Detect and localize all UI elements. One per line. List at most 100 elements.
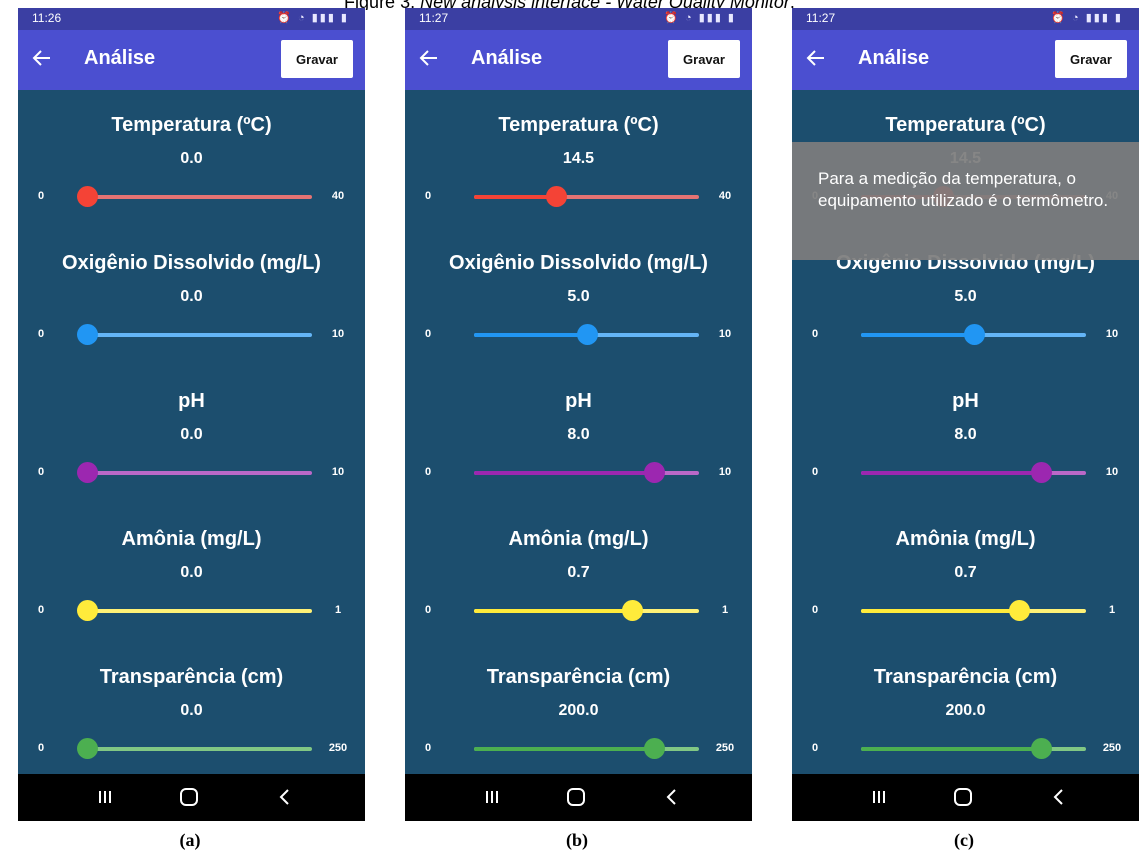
slider-thumb[interactable] xyxy=(77,738,98,759)
status-icons: ⏰ ◔ ▮▮▮ ▮ xyxy=(277,12,349,24)
slider-max-label: 1 xyxy=(721,604,729,616)
slider-thumb[interactable] xyxy=(576,324,598,345)
parameter-slider-group: Transparência (cm) 0.0 0 250 xyxy=(18,666,365,786)
home-icon[interactable] xyxy=(954,788,972,806)
slider-track[interactable] xyxy=(87,195,312,199)
slider-thumb[interactable] xyxy=(77,324,98,345)
slider-thumb[interactable] xyxy=(1031,738,1052,759)
recents-icon[interactable] xyxy=(483,788,501,806)
slider-track[interactable] xyxy=(474,609,699,613)
parameter-title: Oxigênio Dissolvido (mg/L) xyxy=(62,252,321,274)
slider-thumb[interactable] xyxy=(963,324,985,345)
slider-thumb[interactable] xyxy=(77,462,98,483)
parameter-title: Temperatura (ºC) xyxy=(111,114,272,136)
slider-min-label: 0 xyxy=(812,466,819,478)
slider-min-label: 0 xyxy=(812,604,819,616)
info-toast: Para a medição da temperatura, o equipam… xyxy=(792,142,1139,260)
slider-active-track xyxy=(861,609,1019,613)
status-time: 11:27 xyxy=(806,11,836,25)
slider-min-label: 0 xyxy=(425,328,432,340)
parameter-slider-group: Temperatura (ºC) 0.0 0 40 xyxy=(18,114,365,234)
slider-min-label: 0 xyxy=(38,328,45,340)
slider-max-label: 10 xyxy=(331,466,345,478)
slider-track[interactable] xyxy=(87,471,312,475)
slider-active-track xyxy=(474,195,556,199)
slider-min-label: 0 xyxy=(425,742,432,754)
save-button[interactable]: Gravar xyxy=(281,40,353,78)
slider-max-label: 10 xyxy=(331,328,345,340)
parameter-value: 200.0 xyxy=(945,702,986,719)
slider-track[interactable] xyxy=(87,333,312,337)
parameter-value: 14.5 xyxy=(562,150,595,167)
back-arrow-icon[interactable] xyxy=(417,46,441,70)
parameter-slider-group: pH 0.0 0 10 xyxy=(18,390,365,510)
slider-track[interactable] xyxy=(861,747,1086,751)
slider-thumb[interactable] xyxy=(77,600,98,621)
nav-back-icon[interactable] xyxy=(663,787,681,807)
panel-label: (a) xyxy=(179,830,201,850)
slider-thumb[interactable] xyxy=(644,462,665,483)
parameter-value: 8.0 xyxy=(567,426,590,443)
slider-track[interactable] xyxy=(861,609,1086,613)
slider-max-label: 250 xyxy=(1102,742,1122,754)
slider-thumb[interactable] xyxy=(621,600,643,621)
slider-thumb[interactable] xyxy=(1031,462,1052,483)
app-bar: Análise Gravar xyxy=(405,30,752,90)
system-nav-bar xyxy=(405,774,752,821)
phone-screen: 11:26 ⏰ ◔ ▮▮▮ ▮ Análise Gravar Temperatura (… xyxy=(18,8,365,821)
slider-thumb[interactable] xyxy=(1008,600,1030,621)
parameter-slider-group: Oxigênio Dissolvido (mg/L) 5.0 0 10 xyxy=(792,252,1139,372)
slider-active-track xyxy=(474,333,587,337)
panel-label: (c) xyxy=(954,830,974,850)
parameter-title: Transparência (cm) xyxy=(99,666,284,688)
parameter-slider-group: Oxigênio Dissolvido (mg/L) 0.0 0 10 xyxy=(18,252,365,372)
parameter-value: 0.0 xyxy=(180,564,203,581)
recents-icon[interactable] xyxy=(96,788,114,806)
parameter-value: 5.0 xyxy=(954,288,977,305)
parameter-title: Amônia (mg/L) xyxy=(121,528,262,550)
home-icon[interactable] xyxy=(180,788,198,806)
back-arrow-icon[interactable] xyxy=(30,46,54,70)
slider-track[interactable] xyxy=(861,471,1086,475)
app-title: Análise xyxy=(471,47,543,69)
slider-max-label: 1 xyxy=(334,604,342,616)
app-bar: Análise Gravar xyxy=(18,30,365,90)
slider-track[interactable] xyxy=(474,195,699,199)
slider-thumb[interactable] xyxy=(644,738,665,759)
status-icons: ⏰ ◔ ▮▮▮ ▮ xyxy=(664,12,736,24)
slider-min-label: 0 xyxy=(812,328,819,340)
slider-min-label: 0 xyxy=(38,466,45,478)
slider-min-label: 0 xyxy=(812,742,819,754)
status-time: 11:26 xyxy=(32,11,62,25)
slider-active-track xyxy=(861,333,974,337)
slider-track[interactable] xyxy=(474,747,699,751)
panel-label: (b) xyxy=(566,830,588,850)
parameter-title: pH xyxy=(952,390,979,412)
save-button[interactable]: Gravar xyxy=(668,40,740,78)
slider-min-label: 0 xyxy=(38,604,45,616)
parameter-slider-group: Temperatura (ºC) 14.5 0 40 xyxy=(405,114,752,234)
parameter-value: 0.7 xyxy=(954,564,977,581)
parameter-slider-group: Amônia (mg/L) 0.7 0 1 xyxy=(792,528,1139,648)
slider-max-label: 10 xyxy=(718,466,732,478)
slider-thumb[interactable] xyxy=(77,186,98,207)
app-title: Análise xyxy=(858,47,930,69)
slider-track[interactable] xyxy=(474,471,699,475)
slider-active-track xyxy=(474,609,632,613)
back-arrow-icon[interactable] xyxy=(804,46,828,70)
slider-max-label: 250 xyxy=(715,742,735,754)
nav-back-icon[interactable] xyxy=(276,787,294,807)
slider-track[interactable] xyxy=(87,747,312,751)
slider-track[interactable] xyxy=(87,609,312,613)
save-button[interactable]: Gravar xyxy=(1055,40,1127,78)
parameter-value: 8.0 xyxy=(954,426,977,443)
home-icon[interactable] xyxy=(567,788,585,806)
app-title: Análise xyxy=(84,47,156,69)
slider-max-label: 10 xyxy=(1105,466,1119,478)
nav-back-icon[interactable] xyxy=(1050,787,1068,807)
slider-thumb[interactable] xyxy=(545,186,567,207)
recents-icon[interactable] xyxy=(870,788,888,806)
slider-max-label: 10 xyxy=(718,328,732,340)
status-bar: 11:26 ⏰ ◔ ▮▮▮ ▮ xyxy=(18,8,365,30)
slider-active-track xyxy=(861,747,1041,751)
